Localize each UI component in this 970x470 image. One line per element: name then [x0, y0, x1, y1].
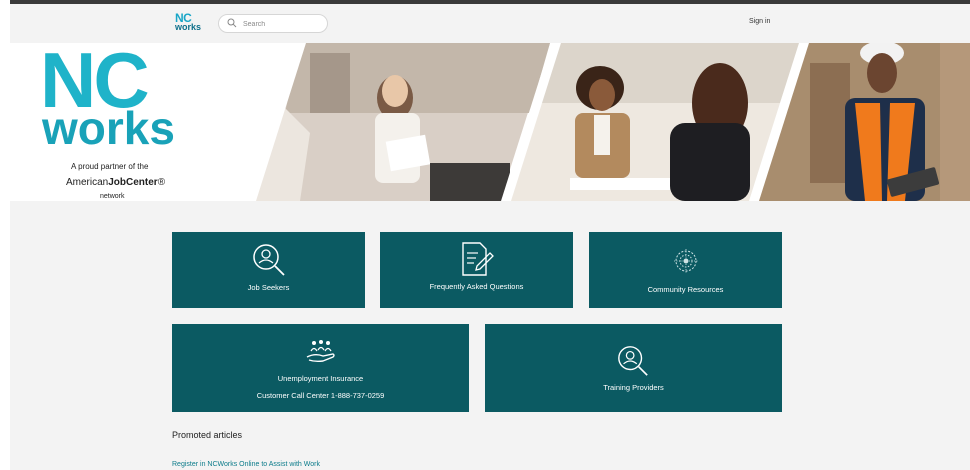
page: NC works Sign in — [10, 4, 970, 470]
search-box[interactable] — [218, 14, 328, 33]
tile-label: Unemployment Insurance — [277, 374, 364, 383]
search-user-icon — [253, 244, 285, 276]
promoted-articles-heading: Promoted articles — [172, 430, 243, 440]
brand-works: works — [42, 102, 175, 154]
hero-banner: NC works A proud partner of the American… — [10, 43, 970, 201]
tile-job-seekers[interactable]: Job Seekers — [172, 232, 365, 308]
logo-works: works — [175, 22, 202, 32]
tile-community-resources[interactable]: Community Resources — [589, 232, 782, 308]
tile-unemployment-insurance[interactable]: Unemployment Insurance Customer Call Cen… — [172, 324, 469, 412]
site-header: NC works Sign in — [10, 4, 970, 43]
tile-label: Community Resources — [647, 285, 724, 294]
hand-people-icon — [306, 340, 335, 363]
sign-in-link[interactable]: Sign in — [749, 18, 770, 25]
network-text: network — [100, 193, 125, 200]
document-edit-icon — [462, 242, 494, 276]
ajc-prefix: American — [66, 177, 109, 188]
ncworks-brand: NC works A proud partner of the American… — [40, 43, 210, 201]
search-user-icon — [618, 346, 648, 376]
search-icon — [227, 18, 237, 28]
community-icon — [674, 249, 698, 273]
call-center-text: Customer Call Center 1-888-737-0259 — [256, 391, 385, 400]
ncworks-logo[interactable]: NC works — [175, 12, 203, 34]
american-job-center-logo: AmericanJobCenter® — [66, 177, 165, 188]
ajc-bold: JobCenter — [108, 177, 158, 188]
tile-label: Training Providers — [603, 383, 664, 392]
ajc-suffix: ® — [157, 177, 166, 188]
tile-label: Frequently Asked Questions — [429, 282, 524, 291]
search-input[interactable] — [241, 17, 325, 32]
tile-label: Job Seekers — [247, 283, 290, 292]
tile-faq[interactable]: Frequently Asked Questions — [380, 232, 573, 308]
promoted-article-link[interactable]: Register in NCWorks Online to Assist wit… — [172, 461, 320, 468]
tile-training-providers[interactable]: Training Providers — [485, 324, 782, 412]
partner-text: A proud partner of the — [71, 162, 149, 171]
window-left-margin — [0, 0, 10, 470]
